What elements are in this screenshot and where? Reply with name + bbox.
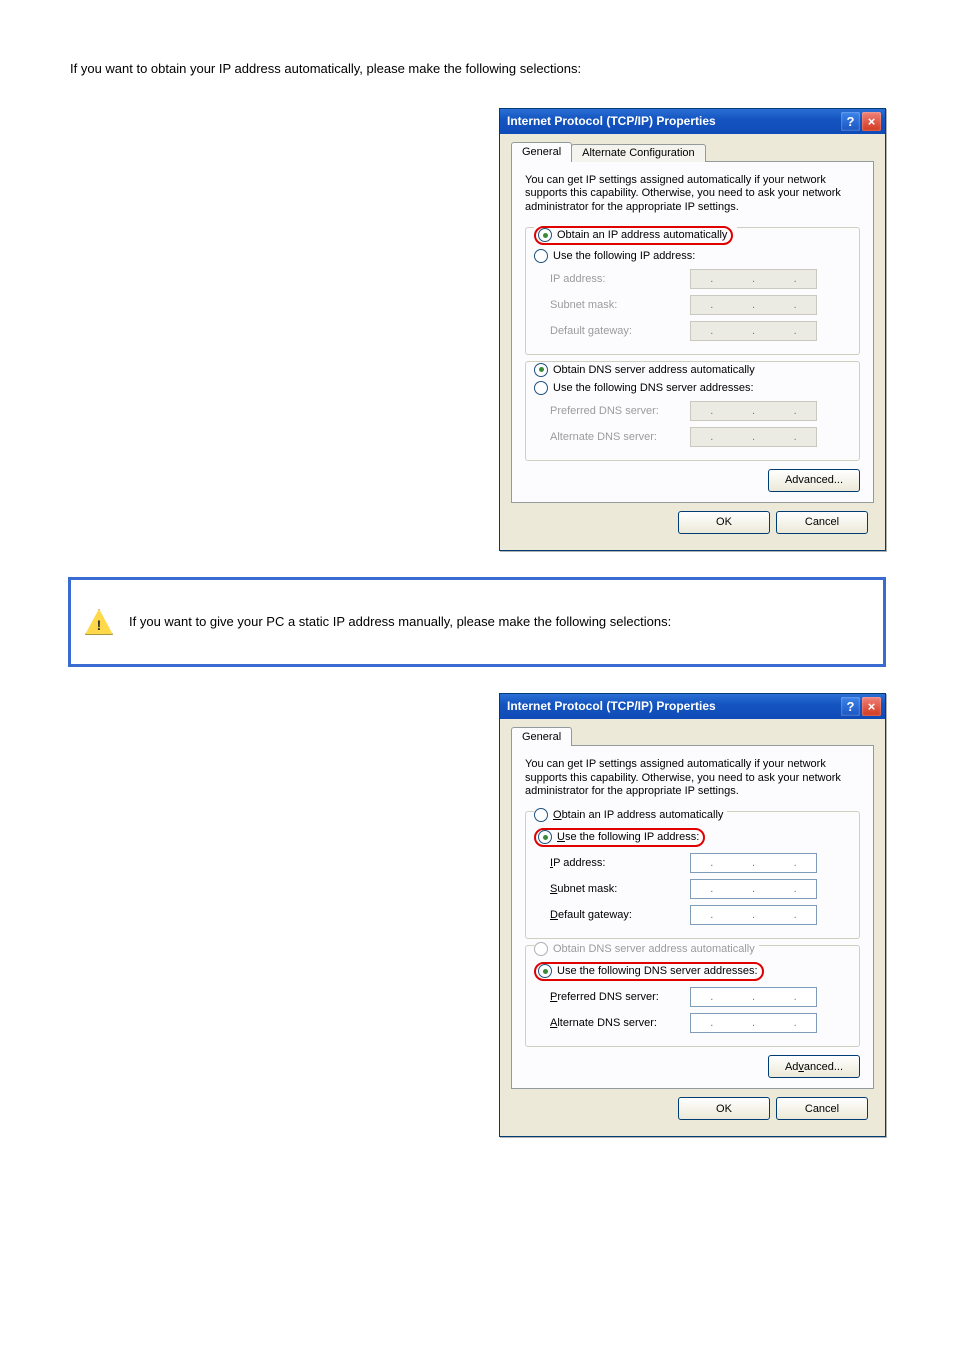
note-text: If you want to give your PC a static IP … [129,613,671,631]
tcpip-dialog-static: Internet Protocol (TCP/IP) Properties ? … [499,693,886,1137]
label-gateway: Default gateway: [550,325,690,337]
window-title: Internet Protocol (TCP/IP) Properties [507,699,839,713]
radio-ip-manual[interactable] [538,830,552,844]
label-ip-manual: Use the following IP address: [557,831,699,843]
radio-ip-auto[interactable] [538,228,552,242]
radio-dns-auto [534,942,548,956]
help-button[interactable]: ? [841,697,860,716]
radio-dns-manual[interactable] [538,964,552,978]
radio-ip-manual[interactable] [534,249,548,263]
cancel-button[interactable]: Cancel [776,1097,868,1120]
radio-dns-manual[interactable] [534,381,548,395]
input-alt-dns: ... [690,427,817,447]
label-gateway: Default gateway: [550,909,690,921]
input-subnet[interactable]: ... [690,879,817,899]
warning-icon: ! [85,609,113,635]
tab-bar: General [511,727,874,746]
dns-group: Obtain DNS server address automatically … [525,945,860,1047]
close-button[interactable]: × [862,697,881,716]
help-button[interactable]: ? [841,112,860,131]
label-ip-auto: Obtain an IP address automatically [557,229,727,241]
input-ip-address[interactable]: ... [690,853,817,873]
dns-group: Obtain DNS server address automatically … [525,361,860,461]
label-subnet: Subnet mask: [550,299,690,311]
label-pref-dns: Preferred DNS server: [550,405,690,417]
window-title: Internet Protocol (TCP/IP) Properties [507,114,839,128]
titlebar: Internet Protocol (TCP/IP) Properties ? … [500,694,885,719]
advanced-button[interactable]: Advanced... [768,469,860,492]
label-dns-manual: Use the following DNS server addresses: [553,382,754,394]
advanced-button[interactable]: Advanced... [768,1055,860,1078]
label-dns-auto: Obtain DNS server address automatically [553,943,755,955]
label-subnet: Subnet mask: [550,883,690,895]
input-pref-dns: ... [690,401,817,421]
close-button[interactable]: × [862,112,881,131]
tab-bar: General Alternate Configuration [511,142,874,162]
description-text: You can get IP settings assigned automat… [525,174,860,215]
input-alt-dns[interactable]: ... [690,1013,817,1033]
ok-button[interactable]: OK [678,1097,770,1120]
lead-paragraph: If you want to obtain your IP address au… [70,60,886,78]
label-pref-dns: Preferred DNS server: [550,991,690,1003]
highlight-oval: Use the following DNS server addresses: [534,962,764,981]
cancel-button[interactable]: Cancel [776,511,868,534]
label-ip-address: IP address: [550,857,690,869]
input-gateway: ... [690,321,817,341]
description-text: You can get IP settings assigned automat… [525,758,860,799]
tab-panel: You can get IP settings assigned automat… [511,161,874,503]
tab-general[interactable]: General [511,727,572,746]
ip-group: Obtain an IP address automatically Use t… [525,811,860,939]
highlight-oval: Obtain an IP address automatically [534,226,733,245]
label-dns-auto: Obtain DNS server address automatically [553,364,755,376]
note-box: ! If you want to give your PC a static I… [68,577,886,667]
label-ip-manual: Use the following IP address: [553,250,695,262]
tab-general[interactable]: General [511,142,572,162]
titlebar: Internet Protocol (TCP/IP) Properties ? … [500,109,885,134]
input-gateway[interactable]: ... [690,905,817,925]
highlight-oval: Use the following IP address: [534,828,705,847]
label-ip-address: IP address: [550,273,690,285]
input-pref-dns[interactable]: ... [690,987,817,1007]
input-subnet: ... [690,295,817,315]
tcpip-dialog-auto: Internet Protocol (TCP/IP) Properties ? … [499,108,886,551]
label-ip-auto: Obtain an IP address automatically [553,809,723,821]
label-alt-dns: Alternate DNS server: [550,1017,690,1029]
input-ip-address: ... [690,269,817,289]
label-alt-dns: Alternate DNS server: [550,431,690,443]
radio-ip-auto[interactable] [534,808,548,822]
ok-button[interactable]: OK [678,511,770,534]
tab-panel: You can get IP settings assigned automat… [511,745,874,1089]
tab-alternate[interactable]: Alternate Configuration [571,144,706,162]
radio-dns-auto[interactable] [534,363,548,377]
ip-group: Obtain an IP address automatically Use t… [525,227,860,356]
label-dns-manual: Use the following DNS server addresses: [557,965,758,977]
